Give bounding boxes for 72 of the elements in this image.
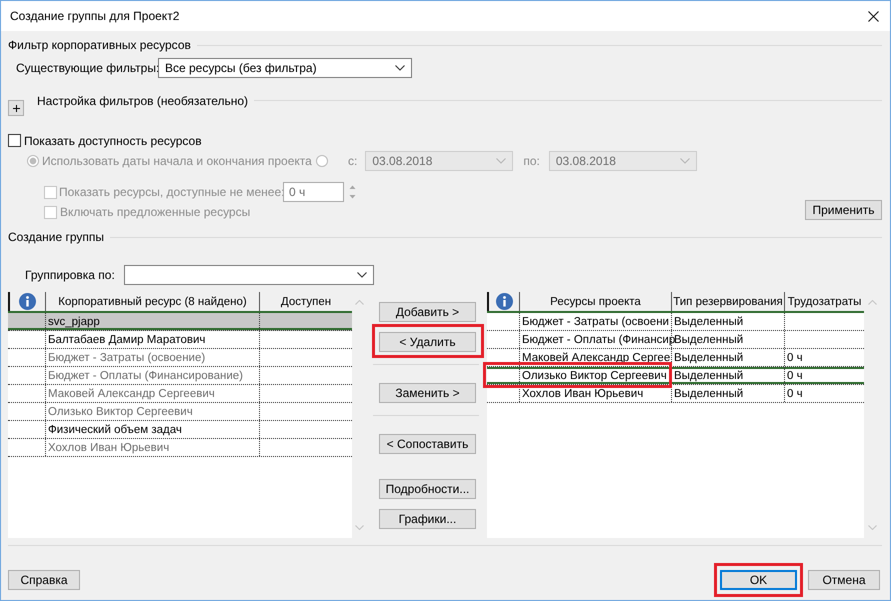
help-button[interactable]: Справка — [8, 570, 80, 590]
section-title: Создание группы — [8, 230, 105, 244]
table-row[interactable]: Олизько Виктор Сергеевич — [8, 403, 352, 421]
action-button[interactable]: < Сопоставить — [379, 434, 476, 454]
info-icon — [19, 293, 36, 310]
action-button[interactable]: Графики... — [379, 509, 476, 529]
table-cell: Выделенный — [672, 349, 785, 366]
column-header[interactable]: Трудозатраты — [788, 296, 862, 308]
table-row[interactable]: Маковей Александр Сергеевич — [8, 385, 352, 403]
table-cell-text: 0 ч — [786, 350, 804, 366]
column-header[interactable]: Корпоративный ресурс (8 найдено) — [58, 296, 247, 308]
table-row[interactable]: Хохлов Иван Юрьевич — [8, 439, 352, 457]
action-button[interactable]: < Удалить — [379, 332, 476, 352]
table-cell: Маковей Александр Сергее — [520, 349, 672, 366]
checkbox-label: Включать предложенные ресурсы — [60, 205, 250, 219]
action-button[interactable]: Добавить > — [379, 302, 476, 322]
caret-icon — [680, 158, 690, 164]
table-row[interactable]: Балтабаев Дамир Маратович — [8, 331, 352, 349]
column-header[interactable]: Доступен — [280, 296, 332, 308]
expand-button[interactable] — [8, 100, 24, 116]
action-button[interactable]: Подробности... — [379, 479, 476, 499]
field-label: Группировка по: — [25, 268, 116, 282]
scroll-down-icon[interactable] — [355, 525, 364, 530]
table-cell: Маковей Александр Сергеевич — [46, 385, 260, 402]
table-cell: Бюджет - Затраты (освоение) — [46, 349, 260, 366]
section-title: Настройка фильтров (необязательно) — [37, 93, 250, 109]
close-icon — [868, 10, 878, 22]
caret-icon — [357, 272, 367, 278]
filter-dropdown[interactable]: Все ресурсы (без фильтра) — [158, 58, 412, 78]
table-row[interactable]: svc_pjapp — [8, 313, 352, 331]
table-cell: Балтабаев Дамир Маратович — [46, 331, 260, 348]
ok-button[interactable]: OK — [720, 570, 797, 590]
caret-icon — [395, 65, 405, 71]
checkbox-label: Показать ресурсы, доступные не менее: — [59, 185, 283, 199]
radio-label: Использовать даты начала и окончания проекта — [42, 154, 313, 168]
section-title: Фильтр корпоративных ресурсов — [8, 38, 192, 52]
scroll-up-icon[interactable] — [355, 300, 364, 305]
plus-icon — [12, 104, 20, 112]
table-cell-text: 0 ч — [786, 386, 804, 402]
table-cell: Олизько Виктор Сергеевич — [46, 403, 260, 420]
table-row[interactable]: Хохлов Иван Юрьевич Выделенный 0 ч — [487, 385, 864, 403]
table-cell: Бюджет - Оплаты (Финансирование) — [46, 367, 260, 384]
table-row[interactable]: Маковей Александр Сергее Выделенный 0 ч — [487, 349, 864, 367]
table-row[interactable]: Бюджет - Оплаты (Финансирование) — [8, 367, 352, 385]
table-cell: Выделенный — [672, 367, 785, 384]
table-cell-text: 0 ч — [786, 368, 804, 384]
table-cell: Хохлов Иван Юрьевич — [46, 439, 260, 456]
caret-icon — [496, 158, 506, 164]
table-row[interactable]: Физический объем задач — [8, 421, 352, 439]
table-cell: Хохлов Иван Юрьевич — [520, 385, 672, 402]
table-cell: Бюджет - Затраты (освоени — [520, 313, 672, 330]
checkbox-label: Показать доступность ресурсов — [24, 134, 202, 148]
table-row[interactable]: Бюджет - Затраты (освоение) — [8, 349, 352, 367]
action-button[interactable]: Заменить > — [379, 383, 476, 403]
table-cell: Физический объем задач — [46, 421, 260, 438]
scroll-down-icon[interactable] — [868, 525, 876, 530]
table-row[interactable]: Бюджет - Затраты (освоени Выделенный — [487, 313, 864, 331]
group-by-dropdown[interactable] — [124, 265, 374, 285]
info-icon — [496, 293, 512, 310]
window-title: Создание группы для Проект2 — [10, 9, 180, 23]
field-label: с: — [348, 154, 358, 168]
table-cell: Выделенный — [672, 385, 785, 402]
cancel-button[interactable]: Отмена — [808, 570, 880, 590]
table-cell: svc_pjapp — [46, 313, 260, 330]
column-header[interactable]: Ресурсы проекта — [550, 296, 641, 308]
table-cell: Выделенный — [672, 313, 785, 330]
table-row[interactable]: Олизько Виктор Сергеевич Выделенный 0 ч — [487, 367, 864, 385]
field-label: по: — [523, 154, 540, 168]
table-cell: Олизько Виктор Сергеевич — [520, 367, 672, 384]
column-header[interactable]: Тип резервирования — [673, 296, 783, 308]
field-label: Существующие фильтры: — [16, 61, 158, 75]
scroll-up-icon[interactable] — [868, 300, 876, 305]
